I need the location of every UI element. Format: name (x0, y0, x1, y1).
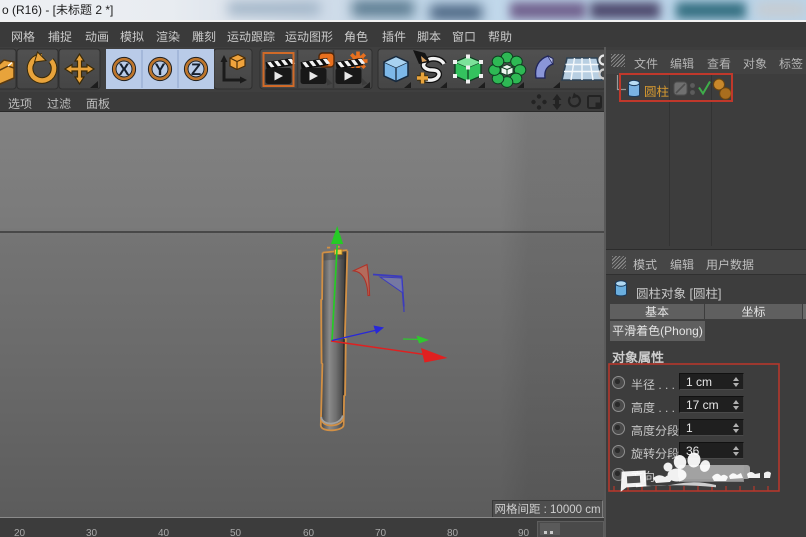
svg-text:X: X (118, 61, 129, 79)
svg-text:Y: Y (154, 61, 165, 79)
svg-text:Z: Z (191, 61, 201, 79)
